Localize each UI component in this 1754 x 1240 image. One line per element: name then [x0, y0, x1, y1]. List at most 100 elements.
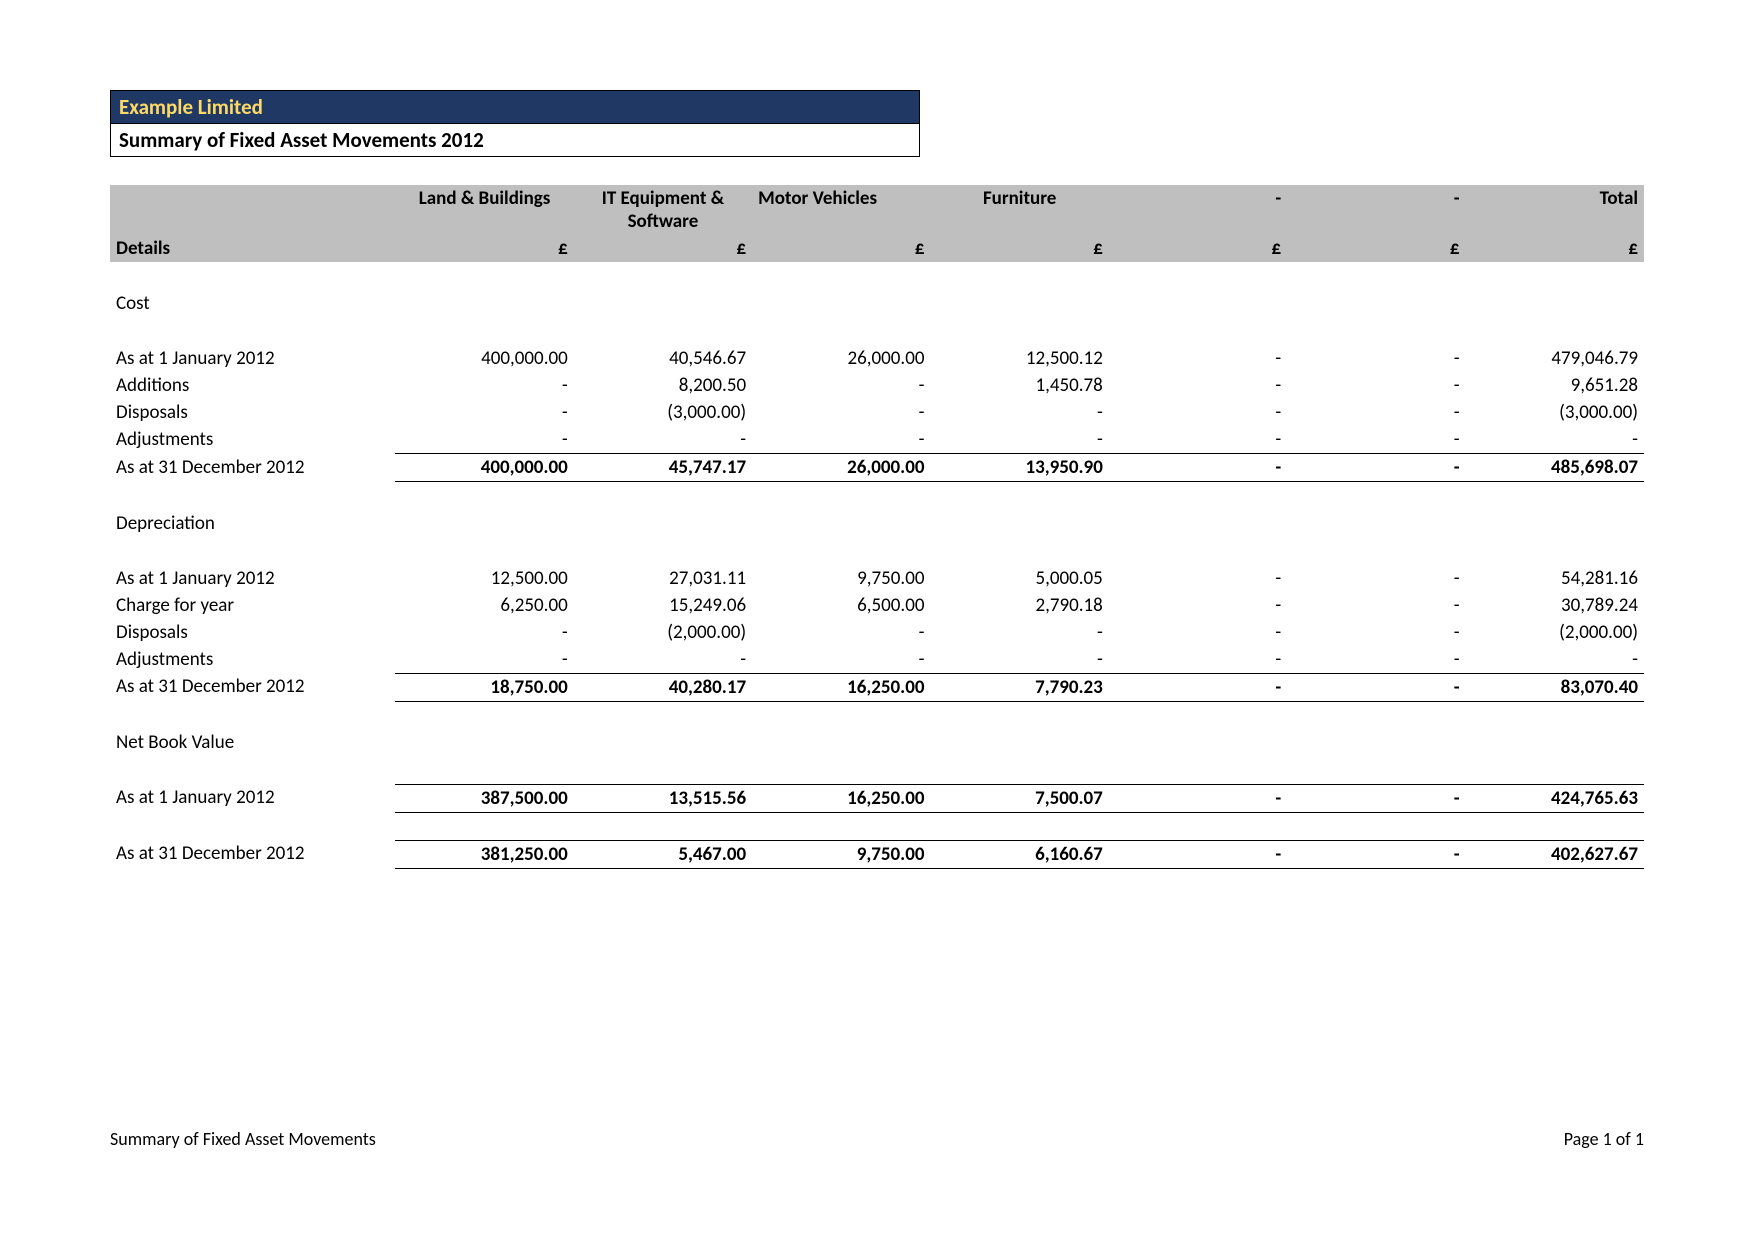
table-row: As at 1 January 2012 12,500.00 27,031.11…: [110, 565, 1644, 592]
cell: -: [1466, 426, 1644, 454]
col-total: Total: [1466, 185, 1644, 235]
footer-right: Page 1 of 1: [1564, 1128, 1644, 1150]
currency-c4: £: [930, 235, 1108, 262]
cell: -: [1466, 646, 1644, 674]
cell: -: [752, 646, 930, 674]
cell: -: [395, 426, 573, 454]
cell: 387,500.00: [395, 784, 573, 812]
table-row: Disposals - (3,000.00) - - - - (3,000.00…: [110, 399, 1644, 426]
cell: -: [752, 426, 930, 454]
table-row: Additions - 8,200.50 - 1,450.78 - - 9,65…: [110, 372, 1644, 399]
cell: 83,070.40: [1466, 673, 1644, 701]
cell: -: [1109, 646, 1287, 674]
cell: 5,467.00: [574, 840, 752, 868]
cell: 381,250.00: [395, 840, 573, 868]
cell: 27,031.11: [574, 565, 752, 592]
cell: -: [1287, 673, 1465, 701]
cell: -: [574, 426, 752, 454]
dep-label: Depreciation: [110, 510, 395, 537]
cell: -: [1287, 426, 1465, 454]
cell: -: [930, 426, 1108, 454]
row-label: As at 1 January 2012: [110, 345, 395, 372]
section-depreciation: Depreciation: [110, 510, 1644, 537]
cell: 6,250.00: [395, 592, 573, 619]
cell: 15,249.06: [574, 592, 752, 619]
currency-c6: £: [1287, 235, 1465, 262]
cell: 16,250.00: [752, 673, 930, 701]
row-label: As at 31 December 2012: [110, 454, 395, 482]
table-row: Adjustments - - - - - - -: [110, 426, 1644, 454]
cell: -: [1287, 345, 1465, 372]
cell: -: [395, 399, 573, 426]
cell: (3,000.00): [1466, 399, 1644, 426]
cell: 13,515.56: [574, 784, 752, 812]
row-label: Disposals: [110, 619, 395, 646]
cell: -: [395, 646, 573, 674]
table-row: Adjustments - - - - - - -: [110, 646, 1644, 674]
cell: -: [1287, 592, 1465, 619]
cell: -: [1287, 454, 1465, 482]
cell: 12,500.12: [930, 345, 1108, 372]
cell: -: [752, 399, 930, 426]
cell: 40,546.67: [574, 345, 752, 372]
cell: 30,789.24: [1466, 592, 1644, 619]
cell: -: [1287, 372, 1465, 399]
cell: 16,250.00: [752, 784, 930, 812]
cell: -: [1287, 784, 1465, 812]
cell: 40,280.17: [574, 673, 752, 701]
currency-total: £: [1466, 235, 1644, 262]
cell: 9,750.00: [752, 565, 930, 592]
col-blank-6: -: [1287, 185, 1465, 235]
currency-c1: £: [395, 235, 573, 262]
table-header-row: Details Land & Buildings IT Equipment & …: [110, 185, 1644, 235]
cell: -: [930, 619, 1108, 646]
cell: 26,000.00: [752, 454, 930, 482]
row-label: As at 31 December 2012: [110, 673, 395, 701]
table-row: As at 1 January 2012 400,000.00 40,546.6…: [110, 345, 1644, 372]
cell: 402,627.67: [1466, 840, 1644, 868]
cell: 400,000.00: [395, 454, 573, 482]
row-label: Adjustments: [110, 646, 395, 674]
cell: -: [395, 619, 573, 646]
col-details: Details: [110, 185, 395, 262]
cell: (2,000.00): [1466, 619, 1644, 646]
cell: -: [395, 372, 573, 399]
table-row: As at 31 December 2012 400,000.00 45,747…: [110, 454, 1644, 482]
cell: 45,747.17: [574, 454, 752, 482]
cell: -: [1287, 399, 1465, 426]
cell: 26,000.00: [752, 345, 930, 372]
cell: -: [752, 372, 930, 399]
cell: 485,698.07: [1466, 454, 1644, 482]
table-row: As at 31 December 2012 381,250.00 5,467.…: [110, 840, 1644, 868]
cell: -: [1109, 372, 1287, 399]
cell: -: [752, 619, 930, 646]
fixed-asset-table: Details Land & Buildings IT Equipment & …: [110, 185, 1644, 869]
cell: -: [930, 399, 1108, 426]
cell: 7,500.07: [930, 784, 1108, 812]
col-blank-5: -: [1109, 185, 1287, 235]
cell: -: [1109, 399, 1287, 426]
row-label: Charge for year: [110, 592, 395, 619]
table-row: As at 31 December 2012 18,750.00 40,280.…: [110, 673, 1644, 701]
cell: -: [1287, 646, 1465, 674]
cell: 5,000.05: [930, 565, 1108, 592]
cell: 9,750.00: [752, 840, 930, 868]
row-label: As at 31 December 2012: [110, 840, 395, 868]
cell: 9,651.28: [1466, 372, 1644, 399]
cell: -: [1287, 565, 1465, 592]
company-name: Example Limited: [110, 90, 920, 124]
cell: 8,200.50: [574, 372, 752, 399]
row-label: As at 1 January 2012: [110, 784, 395, 812]
report-title: Summary of Fixed Asset Movements 2012: [110, 124, 920, 157]
cell: -: [1109, 592, 1287, 619]
cell: -: [1287, 840, 1465, 868]
row-label: Additions: [110, 372, 395, 399]
section-cost: Cost: [110, 290, 1644, 317]
col-motor-vehicles: Motor Vehicles: [752, 185, 930, 235]
row-label: As at 1 January 2012: [110, 565, 395, 592]
currency-c2: £: [574, 235, 752, 262]
cell: -: [930, 646, 1108, 674]
row-label: Disposals: [110, 399, 395, 426]
cell: -: [1109, 345, 1287, 372]
cell: -: [1109, 673, 1287, 701]
